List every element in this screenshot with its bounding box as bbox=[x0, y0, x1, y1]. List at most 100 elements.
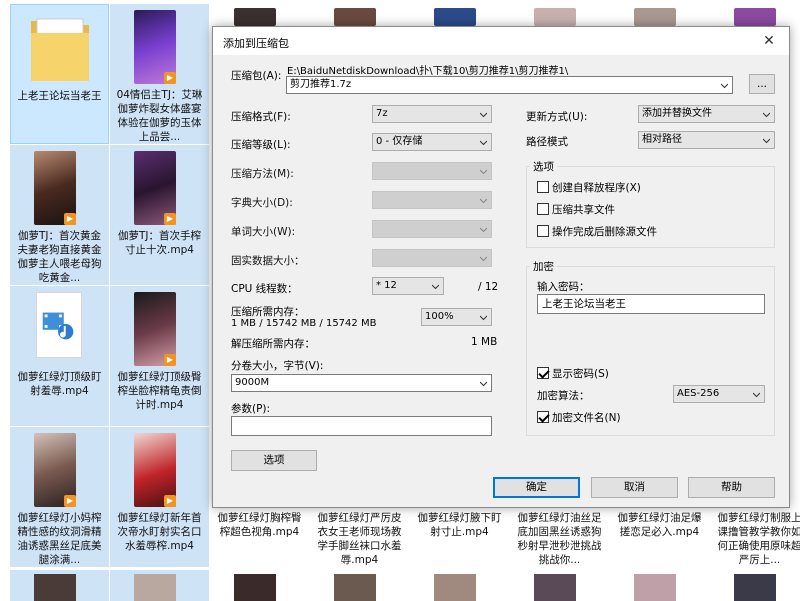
password-label: 输入密码： bbox=[537, 281, 590, 293]
word-select bbox=[372, 220, 492, 238]
options-button[interactable]: 选项 bbox=[231, 450, 317, 471]
mem-comp-value: 1 MB / 15742 MB / 15742 MB bbox=[231, 318, 377, 329]
update-label: 更新方式(U): bbox=[526, 111, 588, 123]
archive-name-value: 剪刀推荐1.7z bbox=[290, 79, 352, 90]
explorer-tile-video[interactable]: ▶ 04情侣主TJ：艾琳伽萝炸裂女体盛宴体验在伽萝的玉体上品尝... bbox=[110, 4, 209, 144]
play-icon: ▶ bbox=[164, 495, 176, 507]
delete-after-checkbox[interactable]: 操作完成后删除源文件 bbox=[537, 225, 657, 239]
mem-decomp-value: 1 MB bbox=[471, 336, 498, 348]
split-size-combo[interactable]: 9000M bbox=[231, 374, 492, 392]
tile-caption: 伽萝红绿灯顶级臀榨坐脸榨精龟责倒计时.mp4 bbox=[117, 371, 202, 411]
chevron-down-icon bbox=[480, 227, 487, 233]
chevron-down-icon bbox=[480, 315, 487, 321]
mem-decomp-label: 解压缩所需内存： bbox=[231, 338, 315, 350]
update-select[interactable]: 添加并替换文件 bbox=[638, 105, 775, 123]
explorer-tile-video[interactable]: ▶ 伽萝TJ：首次黄金夫妻老狗直接黄金伽萝主人喂老母狗吃黄金... bbox=[10, 145, 109, 285]
archive-path: E:\BaiduNetdiskDownload\扑\下载10\剪刀推荐1\剪刀推… bbox=[287, 66, 569, 77]
tile-caption: 伽萝红绿灯油足爆搓恋足必入.mp4 bbox=[617, 512, 702, 538]
sfx-checkbox[interactable]: 创建自释放程序(X) bbox=[537, 181, 641, 195]
params-input[interactable] bbox=[231, 416, 492, 436]
dict-label: 字典大小(D): bbox=[231, 197, 293, 209]
chevron-down-icon bbox=[480, 169, 487, 175]
explorer-tile-partial bbox=[610, 4, 709, 26]
chevron-down-icon bbox=[763, 138, 770, 144]
enc-method-value: AES-256 bbox=[677, 388, 720, 399]
tile-caption: 伽萝TJ：首次手榨寸止十次.mp4 bbox=[117, 230, 201, 256]
tile-caption: 伽萝红绿灯制服上课撸管教学教你如何正确使用原味超严厉上... bbox=[717, 512, 800, 566]
split-size-value: 9000M bbox=[235, 377, 270, 388]
archive-name-combo[interactable]: 剪刀推荐1.7z bbox=[286, 76, 733, 94]
ok-button[interactable]: 确定 bbox=[493, 477, 580, 498]
play-icon: ▶ bbox=[64, 213, 76, 225]
explorer-tile-partial bbox=[710, 4, 800, 26]
format-label: 压缩格式(F): bbox=[231, 111, 291, 123]
show-password-label: 显示密码(S) bbox=[552, 368, 609, 380]
add-to-archive-dialog: 添加到压缩包 ✕ 压缩包(A): E:\BaiduNetdiskDownload… bbox=[212, 26, 790, 508]
play-icon: ▶ bbox=[164, 354, 176, 366]
show-password-checkbox[interactable]: 显示密码(S) bbox=[537, 367, 609, 381]
explorer-tile-partial bbox=[410, 4, 509, 26]
explorer-tile-file[interactable]: 伽萝红绿灯顶级盯射羞辱.mp4 bbox=[10, 286, 109, 426]
update-value: 添加并替换文件 bbox=[642, 108, 712, 119]
shared-checkbox-label: 压缩共享文件 bbox=[552, 204, 615, 216]
split-label: 分卷大小，字节(V): bbox=[231, 360, 324, 372]
encrypt-names-checkbox[interactable]: 加密文件名(N) bbox=[537, 411, 621, 425]
dict-select bbox=[372, 191, 492, 209]
level-value: 0 - 仅存储 bbox=[376, 136, 423, 147]
play-icon: ▶ bbox=[64, 495, 76, 507]
folder-icon bbox=[31, 18, 89, 81]
chevron-down-icon bbox=[480, 256, 487, 262]
enc-method-select[interactable]: AES-256 bbox=[673, 385, 765, 403]
explorer-tile-folder[interactable]: 上老王论坛当老王 bbox=[10, 4, 109, 144]
password-input[interactable]: 上老王论坛当老王 bbox=[537, 294, 765, 314]
checkbox-box[interactable] bbox=[537, 367, 549, 379]
chevron-down-icon bbox=[721, 83, 728, 89]
explorer-tile-partial bbox=[510, 4, 609, 26]
video-thumbnail bbox=[734, 8, 776, 26]
media-file-icon bbox=[36, 292, 82, 358]
cancel-button[interactable]: 取消 bbox=[591, 477, 678, 498]
solid-label: 固实数据大小： bbox=[231, 255, 305, 267]
checkbox-box[interactable] bbox=[537, 225, 549, 237]
encrypt-names-label: 加密文件名(N) bbox=[552, 412, 621, 424]
params-label: 参数(P): bbox=[231, 403, 271, 415]
tile-caption: 伽萝红绿灯胸榨臀榨超色视角.mp4 bbox=[217, 512, 302, 538]
explorer-next-row bbox=[0, 570, 800, 601]
checkbox-box[interactable] bbox=[537, 411, 549, 423]
format-value: 7z bbox=[376, 108, 388, 119]
format-select[interactable]: 7z bbox=[372, 105, 492, 123]
dialog-title: 添加到压缩包 bbox=[223, 37, 289, 50]
options-group-title: 选项 bbox=[530, 159, 557, 174]
video-thumbnail bbox=[434, 8, 476, 26]
mem-percent-select[interactable]: 100% bbox=[421, 308, 492, 326]
explorer-tile-video[interactable]: ▶ 伽萝红绿灯顶级臀榨坐脸榨精龟责倒计时.mp4 bbox=[110, 286, 209, 426]
chevron-down-icon bbox=[480, 198, 487, 204]
cpu-label: CPU 线程数： bbox=[231, 283, 298, 295]
checkbox-box[interactable] bbox=[537, 181, 549, 193]
method-label: 压缩方法(M): bbox=[231, 168, 294, 180]
help-button[interactable]: 帮助 bbox=[688, 477, 775, 498]
pathmode-select[interactable]: 相对路径 bbox=[638, 131, 775, 149]
word-label: 单词大小(W): bbox=[231, 226, 296, 238]
cpu-select[interactable]: * 12 bbox=[372, 277, 444, 295]
chevron-down-icon bbox=[432, 284, 439, 290]
encryption-group: 加密 输入密码： 上老王论坛当老王 显示密码(S) 加密算法： AES-256 … bbox=[526, 259, 775, 436]
shared-checkbox[interactable]: 压缩共享文件 bbox=[537, 203, 615, 217]
dialog-titlebar[interactable]: 添加到压缩包 ✕ bbox=[213, 27, 789, 55]
solid-select bbox=[372, 249, 492, 267]
explorer-tile-video[interactable]: ▶ 伽萝TJ：首次手榨寸止十次.mp4 bbox=[110, 145, 209, 285]
browse-button[interactable]: ... bbox=[749, 74, 775, 94]
chevron-down-icon bbox=[763, 112, 770, 118]
cpu-value: * 12 bbox=[376, 280, 397, 291]
tile-caption: 伽萝红绿灯新年首次帝水盯射实名口水羞辱榨.mp4 bbox=[117, 512, 202, 552]
checkbox-box[interactable] bbox=[537, 203, 549, 215]
tile-caption: 伽萝红绿灯腋下盯射寸止.mp4 bbox=[417, 512, 502, 538]
explorer-tile-video[interactable]: ▶ 伽萝红绿灯小妈榨精性感的纹洞滑精油诱惑黑丝足底美腿涂满... bbox=[10, 427, 109, 567]
video-thumbnail bbox=[534, 8, 576, 26]
video-thumbnail bbox=[234, 8, 276, 26]
close-icon[interactable]: ✕ bbox=[749, 27, 789, 55]
level-select[interactable]: 0 - 仅存储 bbox=[372, 133, 492, 151]
chevron-down-icon bbox=[480, 112, 487, 118]
archive-label: 压缩包(A): bbox=[231, 70, 282, 82]
explorer-tile-video[interactable]: ▶ 伽萝红绿灯新年首次帝水盯射实名口水羞辱榨.mp4 bbox=[110, 427, 209, 567]
